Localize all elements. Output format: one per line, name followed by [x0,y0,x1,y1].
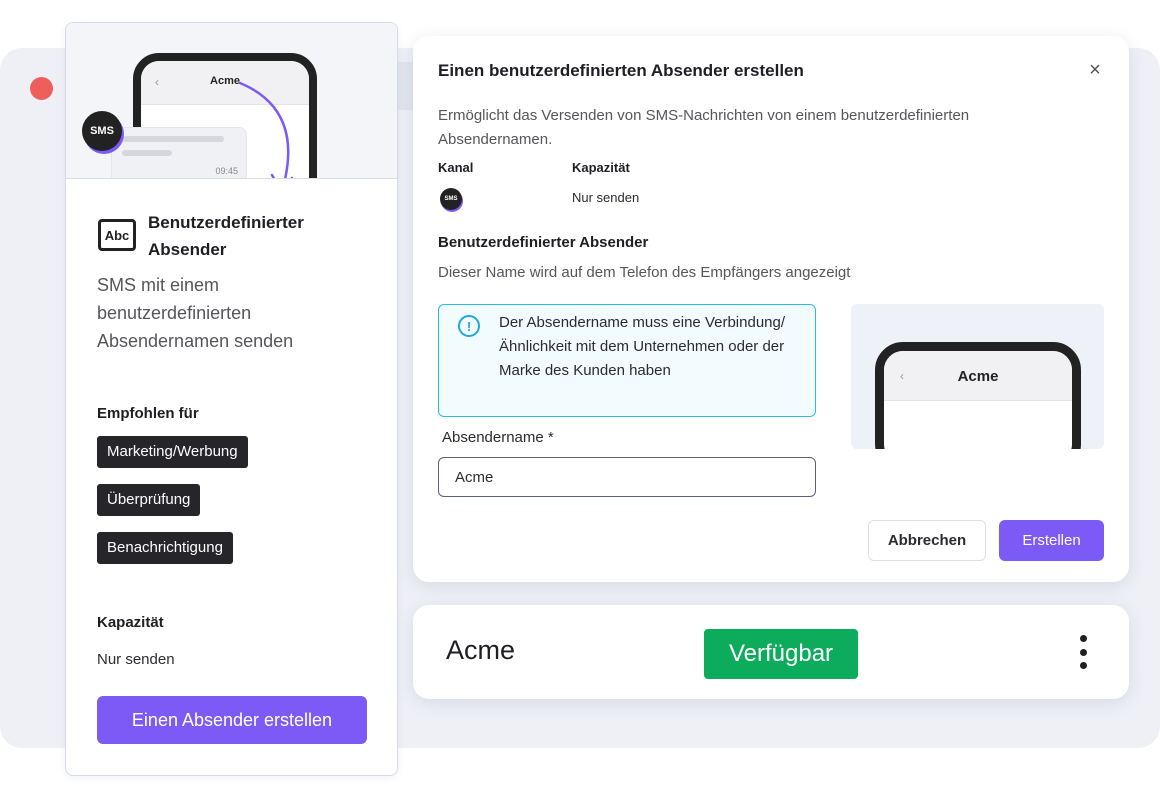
section-heading: Benutzerdefinierter Absender [438,234,649,251]
dialog-title: Einen benutzerdefinierten Absender erste… [438,61,804,80]
close-icon[interactable]: × [1083,58,1107,82]
tag-marketing: Marketing/Werbung [97,436,248,468]
menu-dot [1079,635,1087,642]
create-sender-button[interactable]: Einen Absender erstellen [97,696,367,744]
section-subtitle: Dieser Name wird auf dem Telefon des Emp… [438,264,851,281]
sms-channel-icon: SMS [440,188,462,210]
tag-notification: Benachrichtigung [97,532,233,564]
menu-dot [1079,648,1087,656]
sms-badge-icon: SMS [82,111,122,151]
phone-preview-sender-name: Acme [957,368,999,385]
dialog-description: Ermöglicht das Versenden von SMS-Nachric… [438,107,970,148]
capacity-value: Nur senden [572,190,640,205]
custom-sender-card: ‹ Acme 09:45 SMS Abc Benutzerdefinierter… [65,22,398,776]
status-badge: Verfügbar [704,629,858,679]
cancel-button[interactable]: Abbrechen [868,520,986,561]
sender-name-input[interactable] [438,457,816,497]
curved-arrow-icon [238,81,294,178]
capacity-heading: Kapazität [97,614,164,631]
channel-label: Kanal [438,160,474,175]
more-options-icon[interactable] [1071,635,1095,669]
phone-preview-frame: ‹ Acme [875,342,1081,449]
info-text: Der Absendername muss eine Verbindung/Äh… [499,314,786,379]
sender-row: Acme Verfügbar [413,605,1129,699]
info-icon: ! [458,315,480,337]
recommended-heading: Empfohlen für [97,405,199,422]
info-callout: ! Der Absendername muss eine Verbindung/… [438,304,816,417]
capacity-label: Kapazität [572,160,630,175]
window-close-dot[interactable] [30,77,53,100]
background-toolbar-strip [398,62,414,110]
phone-preview-header: ‹ Acme [884,351,1072,401]
menu-dot [1079,662,1087,669]
card-hero-illustration: ‹ Acme 09:45 SMS [66,23,397,179]
create-sender-dialog: Einen benutzerdefinierten Absender erste… [413,36,1129,582]
create-button[interactable]: Erstellen [999,520,1104,561]
capacity-value: Nur senden [97,651,175,668]
sender-name-label: Absendername * [442,429,554,446]
tag-verification: Überprüfung [97,484,201,516]
phone-preview: ‹ Acme [851,304,1104,449]
card-title: Benutzerdefinierter Absender [148,213,304,259]
card-description: SMS mit einem benutzerdefinierten Absend… [97,275,294,351]
abc-text-icon: Abc [98,219,136,251]
sender-name: Acme [446,635,516,665]
